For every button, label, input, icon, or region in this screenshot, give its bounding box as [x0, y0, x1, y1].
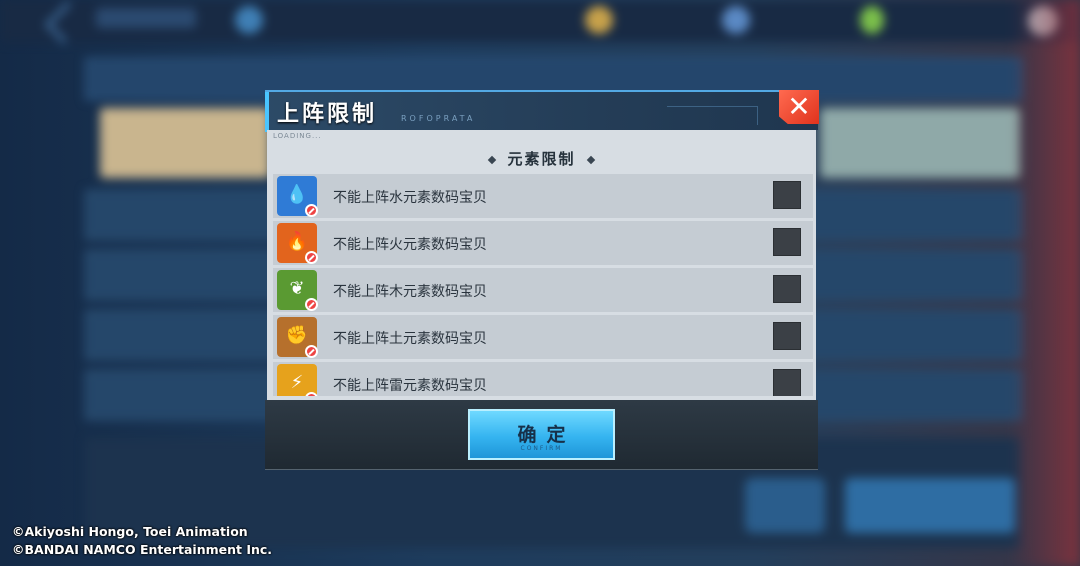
fire-element-icon: 🔥: [277, 223, 318, 264]
wood-restriction-checkbox[interactable]: [773, 275, 801, 303]
header-decoration: [667, 106, 758, 125]
fire-restriction-checkbox[interactable]: [773, 228, 801, 256]
earth-restriction-checkbox[interactable]: [773, 322, 801, 350]
header-accent-bar: [265, 92, 269, 132]
item-label: 不能上阵雷元素数码宝贝: [333, 378, 487, 394]
team-restriction-dialog: 上阵限制 ROFOPRATA ✕ LOADING... 元素限制 💧 不能上阵水…: [265, 90, 819, 470]
list-item[interactable]: ❦ 不能上阵木元素数码宝贝: [273, 268, 813, 312]
confirm-sublabel: CONFIRM: [520, 445, 563, 452]
list-item[interactable]: 💧 不能上阵水元素数码宝贝: [273, 174, 813, 218]
section-title: 元素限制: [267, 148, 816, 169]
lightning-icon: ⚡: [290, 372, 304, 393]
fist-icon: ✊: [285, 325, 309, 346]
water-drop-icon: 💧: [285, 184, 309, 205]
background-red-glow: [1010, 0, 1080, 566]
item-label: 不能上阵土元素数码宝贝: [333, 331, 487, 347]
copyright-line-2: ©BANDAI NAMCO Entertainment Inc.: [12, 542, 273, 557]
ban-icon: [305, 392, 318, 396]
list-item[interactable]: ⚡ 不能上阵雷元素数码宝贝: [273, 362, 813, 396]
item-label: 不能上阵火元素数码宝贝: [333, 237, 487, 253]
dialog-body: LOADING... 元素限制 💧 不能上阵水元素数码宝贝 🔥 不能上阵火元素数…: [267, 130, 816, 400]
dialog-footer: 确定 CONFIRM: [265, 400, 818, 470]
diamond-icon: [488, 155, 497, 164]
dialog-subtitle: ROFOPRATA: [401, 114, 476, 123]
earth-element-icon: ✊: [277, 317, 318, 358]
background-button: [845, 478, 1015, 533]
background-gem-icon: [722, 6, 750, 34]
dialog-header: 上阵限制 ROFOPRATA: [265, 90, 818, 132]
background-coin-icon: [585, 6, 613, 34]
close-icon: ✕: [787, 90, 811, 123]
background-icon: [235, 6, 263, 34]
background-button: [745, 478, 825, 533]
element-restriction-list[interactable]: 💧 不能上阵水元素数码宝贝 🔥 不能上阵火元素数码宝贝 ❦ 不能上阵木元素数码宝…: [273, 174, 813, 396]
confirm-label: 确定: [517, 424, 576, 446]
ban-icon: [305, 204, 318, 217]
water-element-icon: 💧: [277, 176, 318, 217]
copyright-line-1: ©Akiyoshi Hongo, Toei Animation: [12, 524, 248, 539]
section-title-text: 元素限制: [507, 150, 576, 168]
background-card: [100, 108, 270, 178]
close-button[interactable]: ✕: [779, 90, 819, 124]
flame-icon: 🔥: [285, 231, 309, 252]
thunder-element-icon: ⚡: [277, 364, 318, 396]
list-item[interactable]: 🔥 不能上阵火元素数码宝贝: [273, 221, 813, 265]
confirm-button[interactable]: 确定 CONFIRM: [468, 409, 615, 460]
diamond-icon: [586, 155, 595, 164]
list-item[interactable]: ✊ 不能上阵土元素数码宝贝: [273, 315, 813, 359]
item-label: 不能上阵水元素数码宝贝: [333, 190, 487, 206]
loading-text: LOADING...: [273, 132, 322, 140]
wood-element-icon: ❦: [277, 270, 318, 311]
background-title: [96, 8, 196, 28]
thunder-restriction-checkbox[interactable]: [773, 369, 801, 396]
water-restriction-checkbox[interactable]: [773, 181, 801, 209]
background-card: [820, 108, 1020, 178]
ban-icon: [305, 251, 318, 264]
ban-icon: [305, 298, 318, 311]
leaf-icon: ❦: [289, 278, 305, 299]
item-label: 不能上阵木元素数码宝贝: [333, 284, 487, 300]
ban-icon: [305, 345, 318, 358]
background-stamina-icon: [860, 6, 884, 34]
dialog-title: 上阵限制: [277, 102, 378, 127]
